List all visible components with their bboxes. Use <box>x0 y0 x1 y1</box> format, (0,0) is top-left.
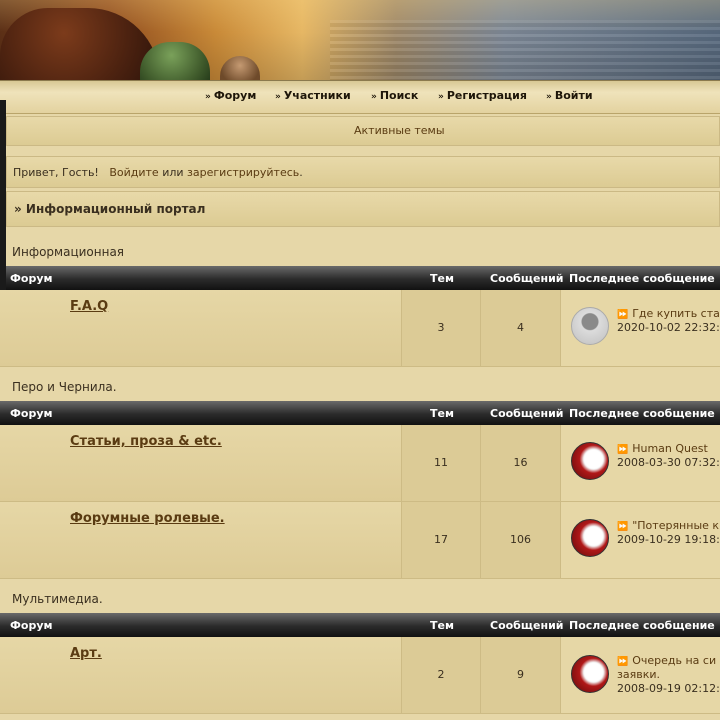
nav-members[interactable]: » Участники <box>275 89 351 102</box>
forum-link[interactable]: F.A.Q <box>70 299 108 314</box>
header-posts: Сообщений <box>490 619 564 632</box>
posts-count: 16 <box>481 425 561 501</box>
last-post-arrow-icon[interactable]: ⏩ <box>617 310 628 320</box>
main-nav: » Форум » Участники » Поиск » Регистрация » В… <box>0 80 720 114</box>
forum-cell: F.A.Q <box>0 290 402 366</box>
forum-table-header: Форум Тем Сообщений Последнее сообщение <box>0 613 720 637</box>
user-avatar-icon[interactable] <box>571 655 609 693</box>
double-chevron-icon: » <box>205 92 211 102</box>
double-chevron-icon: » <box>438 92 444 102</box>
user-avatar-icon[interactable] <box>571 442 609 480</box>
posts-count: 106 <box>481 502 561 578</box>
header-posts: Сообщений <box>490 407 564 420</box>
last-post-link[interactable]: Human Quest <box>632 442 708 455</box>
nav-register[interactable]: » Регистрация <box>438 89 527 102</box>
topics-count: 2 <box>402 637 481 713</box>
last-post-cell: ⏩ Где купить ста 2020-10-02 22:32: <box>561 290 720 366</box>
user-avatar-icon[interactable] <box>571 519 609 557</box>
last-post-date: 2008-03-30 07:32: <box>617 456 720 469</box>
topics-count: 17 <box>402 502 481 578</box>
greeting-panel: Привет, Гость! Войдите или зарегистрируй… <box>6 156 720 188</box>
double-chevron-icon: » <box>275 92 281 102</box>
last-post-cell: ⏩ Очередь на си заявки. 2008-09-19 02:12: <box>561 637 720 713</box>
header-last-post: Последнее сообщение <box>569 272 715 285</box>
nav-login[interactable]: » Войти <box>546 89 593 102</box>
last-post-cell: ⏩ Human Quest 2008-03-30 07:32: <box>561 425 720 501</box>
last-post-date: 2009-10-29 19:18: <box>617 533 720 546</box>
forum-cell: Арт. <box>0 637 402 713</box>
forum-row: Арт. 2 9 ⏩ Очередь на си заявки. 2008-09-… <box>0 637 720 714</box>
nav-search[interactable]: » Поиск <box>371 89 418 102</box>
category-title: Информационная <box>12 245 125 259</box>
last-post-arrow-icon[interactable]: ⏩ <box>617 657 628 667</box>
header-topics: Тем <box>430 407 454 420</box>
category-title: Мультимедиа. <box>12 592 103 606</box>
category-title: Перо и Чернила. <box>12 380 117 394</box>
portal-title-panel: » Информационный портал <box>6 191 720 227</box>
last-post-link-continued: заявки. <box>617 668 660 681</box>
active-topics-link[interactable]: Активные темы <box>354 124 445 137</box>
topics-count: 3 <box>402 290 481 366</box>
header-topics: Тем <box>430 619 454 632</box>
user-avatar-icon[interactable] <box>571 307 609 345</box>
topics-count: 11 <box>402 425 481 501</box>
forum-link[interactable]: Статьи, проза & etc. <box>70 434 222 449</box>
last-post-arrow-icon[interactable]: ⏩ <box>617 445 628 455</box>
banner-background <box>330 20 720 80</box>
active-topics-panel: Активные темы <box>6 116 720 146</box>
double-chevron-icon: » <box>546 92 552 102</box>
last-post-cell: ⏩ "Потерянные к 2009-10-29 19:18: <box>561 502 720 578</box>
last-post-arrow-icon[interactable]: ⏩ <box>617 522 628 532</box>
forum-link[interactable]: Арт. <box>70 646 102 661</box>
greeting-text: Привет, Гость! Войдите или зарегистрируй… <box>13 166 303 179</box>
posts-count: 9 <box>481 637 561 713</box>
header-posts: Сообщений <box>490 272 564 285</box>
forum-row: Форумные ролевые. 17 106 ⏩ "Потерянные к … <box>0 502 720 579</box>
header-topics: Тем <box>430 272 454 285</box>
posts-count: 4 <box>481 290 561 366</box>
portal-title: » Информационный портал <box>14 202 206 216</box>
greeting-suffix: . <box>299 166 303 179</box>
register-link[interactable]: зарегистрируйтесь <box>187 166 299 179</box>
forum-cell: Форумные ролевые. <box>0 502 402 578</box>
header-banner <box>0 0 720 80</box>
nav-forum[interactable]: » Форум <box>205 89 256 102</box>
header-last-post: Последнее сообщение <box>569 407 715 420</box>
login-link[interactable]: Войдите <box>109 166 158 179</box>
header-forum: Форум <box>10 619 53 632</box>
header-forum: Форум <box>10 407 53 420</box>
header-forum: Форум <box>10 272 53 285</box>
greeting-prefix: Привет, Гость! <box>13 166 99 179</box>
double-chevron-icon: » <box>371 92 377 102</box>
forum-row: Статьи, проза & etc. 11 16 ⏩ Human Quest … <box>0 425 720 502</box>
last-post-date: 2008-09-19 02:12: <box>617 682 720 695</box>
greeting-or: или <box>162 166 184 179</box>
header-last-post: Последнее сообщение <box>569 619 715 632</box>
forum-row: F.A.Q 3 4 ⏩ Где купить ста 2020-10-02 22:… <box>0 290 720 367</box>
forum-table-header: Форум Тем Сообщений Последнее сообщение <box>0 401 720 425</box>
forum-cell: Статьи, проза & etc. <box>0 425 402 501</box>
last-post-link[interactable]: Где купить ста <box>632 307 720 320</box>
last-post-link-2[interactable]: заявки. <box>617 668 660 681</box>
last-post-link[interactable]: "Потерянные к <box>632 519 719 532</box>
forum-table-header: Форум Тем Сообщений Последнее сообщение <box>6 266 720 290</box>
last-post-link[interactable]: Очередь на си <box>632 654 716 667</box>
last-post-date: 2020-10-02 22:32: <box>617 321 720 334</box>
forum-link[interactable]: Форумные ролевые. <box>70 511 225 526</box>
